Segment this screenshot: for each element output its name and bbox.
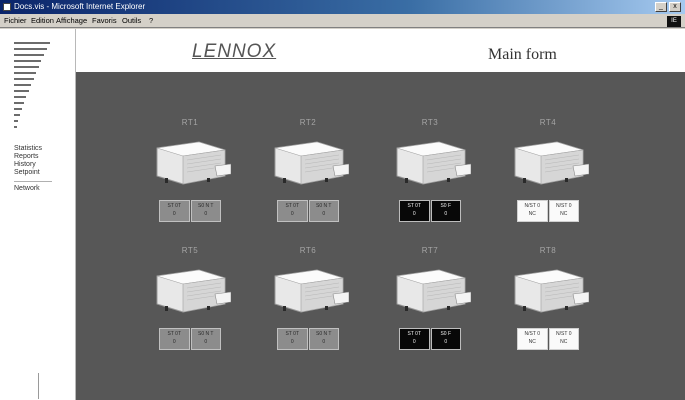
menu-bar: Fichier Edition Affichage Favoris Outils… [0,14,685,28]
status-cell: N/ST 0 NC [517,200,548,222]
unit-rt1[interactable]: RT1 ST 0T 0 S0 N T0 [138,118,242,234]
unit-label: RT1 [181,118,199,127]
status-cell: S0 N T0 [190,200,221,222]
sidebar-item-statistics[interactable]: Statistics [14,145,52,153]
status-panel: ST 0T 0 S0 N T0 [159,200,221,222]
minimize-button[interactable]: _ [655,2,667,12]
unit-rt7[interactable]: RT7 ST 0T 0 S0 F0 [378,246,482,362]
rooftop-ac-unit-icon [151,268,231,314]
status-cell: N/ST 0 NC [548,328,579,350]
status-cell: ST 0T 0 [277,328,308,350]
rooftop-ac-unit-icon [391,268,471,314]
unit-label: RT5 [181,246,199,255]
unit-rt8[interactable]: RT8 N/ST 0 NC N/ST 0 NC [496,246,600,362]
close-button[interactable]: x [669,2,681,12]
menu-view[interactable]: Affichage [56,14,87,28]
sidebar: Statistics Reports History Setpoint Netw… [0,29,76,400]
unit-label: RT6 [299,246,317,255]
menu-favorites[interactable]: Favoris [92,14,117,28]
status-cell: ST 0T 0 [159,200,190,222]
app-icon [3,3,11,11]
sidebar-item-setpoint[interactable]: Setpoint [14,169,52,177]
rooftop-ac-unit-icon [269,268,349,314]
lennox-logo[interactable]: LENNOX [192,41,276,63]
rooftop-ac-unit-icon [509,140,589,186]
window-title: Docs.vis - Microsoft Internet Explorer [14,2,146,11]
status-cell: ST 0T 0 [277,200,308,222]
status-cell: ST 0T 0 [399,328,430,350]
unit-rt5[interactable]: RT5 ST 0T 0 S0 N T0 [138,246,242,362]
status-panel: N/ST 0 NC N/ST 0 NC [517,200,579,222]
status-panel: ST 0T 0 S0 F0 [399,200,461,222]
status-panel: ST 0T 0 S0 N T0 [277,328,339,350]
sidebar-divider [14,181,52,182]
status-cell: S0 F0 [430,328,461,350]
title-bar: Docs.vis - Microsoft Internet Explorer _… [0,0,685,14]
level-bars-icon [14,42,50,132]
page-header: LENNOX Main form [76,29,685,72]
status-cell: S0 N T0 [308,328,339,350]
status-cell: S0 F0 [430,200,461,222]
menu-file[interactable]: Fichier [4,14,27,28]
unit-rt3[interactable]: RT3 ST 0T 0 S0 F0 [378,118,482,234]
status-panel: N/ST 0 NC N/ST 0 NC [517,328,579,350]
menu-help[interactable]: ? [149,14,153,28]
status-cell: ST 0T 0 [159,328,190,350]
status-cell: N/ST 0 NC [548,200,579,222]
sidebar-scroll-marker [38,373,39,399]
rooftop-ac-unit-icon [151,140,231,186]
sidebar-item-history[interactable]: History [14,161,52,169]
status-panel: ST 0T 0 S0 F0 [399,328,461,350]
status-panel: ST 0T 0 S0 N T0 [159,328,221,350]
status-cell: ST 0T 0 [399,200,430,222]
page-title: Main form [488,46,557,63]
unit-rt2[interactable]: RT2 ST 0T 0 S0 N T0 [256,118,360,234]
sidebar-nav: Statistics Reports History Setpoint Netw… [14,145,52,193]
menu-edit[interactable]: Edition [31,14,54,28]
unit-rt6[interactable]: RT6 ST 0T 0 S0 N T0 [256,246,360,362]
unit-label: RT4 [539,118,557,127]
unit-label: RT3 [421,118,439,127]
rooftop-ac-unit-icon [269,140,349,186]
sidebar-item-network[interactable]: Network [14,185,52,193]
status-panel: ST 0T 0 S0 N T0 [277,200,339,222]
window-controls: _ x [655,2,681,12]
status-cell: S0 N T0 [190,328,221,350]
unit-label: RT2 [299,118,317,127]
rooftop-ac-unit-icon [391,140,471,186]
unit-label: RT7 [421,246,439,255]
sidebar-item-reports[interactable]: Reports [14,153,52,161]
unit-rt4[interactable]: RT4 N/ST 0 NC N/ST 0 NC [496,118,600,234]
status-cell: S0 N T0 [308,200,339,222]
units-panel: RT1 ST 0T 0 S0 N T0 RT2 ST 0T 0 S0 N T0 RT… [76,72,685,400]
rooftop-ac-unit-icon [509,268,589,314]
status-cell: N/ST 0 NC [517,328,548,350]
menu-tools[interactable]: Outils [122,14,141,28]
ie-logo-icon: IE [667,16,681,27]
unit-label: RT8 [539,246,557,255]
